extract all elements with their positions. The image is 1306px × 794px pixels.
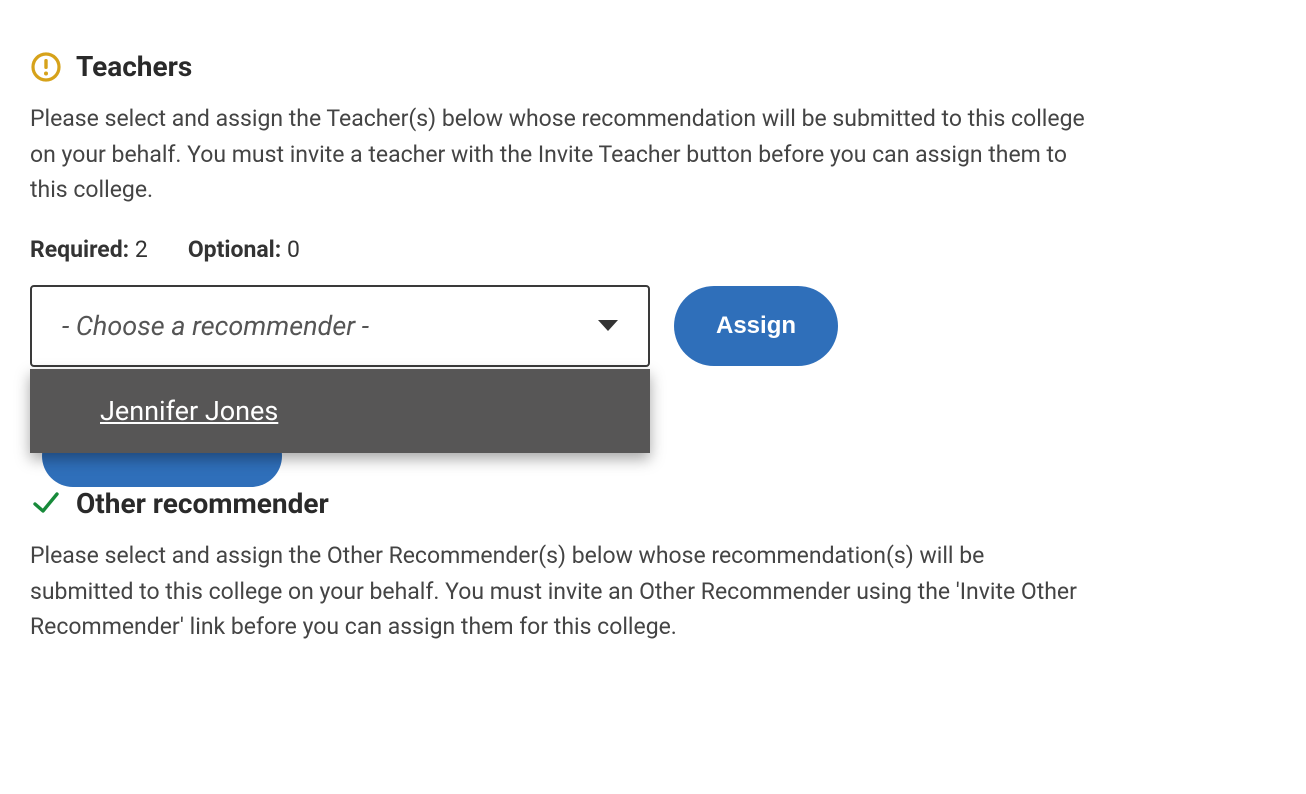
optional-label: Optional: <box>188 236 281 263</box>
other-title: Other recommender <box>76 487 329 520</box>
other-recommender-section: Other recommender Please select and assi… <box>30 487 1276 645</box>
teachers-description: Please select and assign the Teacher(s) … <box>30 101 1090 208</box>
check-icon <box>30 487 62 519</box>
assign-button[interactable]: Assign <box>674 286 838 366</box>
required-label: Required: <box>30 236 129 263</box>
teachers-section: Teachers Please select and assign the Te… <box>30 50 1276 367</box>
other-header: Other recommender <box>30 487 1276 520</box>
dropdown-placeholder: - Choose a recommender - <box>62 310 369 342</box>
chevron-down-icon <box>598 320 618 331</box>
recommender-dropdown[interactable]: - Choose a recommender - Jennifer Jones <box>30 285 650 367</box>
assign-row: - Choose a recommender - Jennifer Jones … <box>30 285 1276 367</box>
other-description: Please select and assign the Other Recom… <box>30 538 1090 645</box>
teachers-header: Teachers <box>30 50 1276 83</box>
required-count: Required: 2 <box>30 236 148 263</box>
dropdown-option[interactable]: Jennifer Jones <box>30 369 650 453</box>
required-value: 2 <box>135 236 148 263</box>
dropdown-menu: Jennifer Jones <box>30 369 650 453</box>
warning-icon <box>30 51 62 83</box>
teachers-counts: Required: 2 Optional: 0 <box>30 236 1276 263</box>
optional-count: Optional: 0 <box>188 236 300 263</box>
dropdown-trigger[interactable]: - Choose a recommender - <box>30 285 650 367</box>
optional-value: 0 <box>287 236 300 263</box>
teachers-title: Teachers <box>76 50 192 83</box>
